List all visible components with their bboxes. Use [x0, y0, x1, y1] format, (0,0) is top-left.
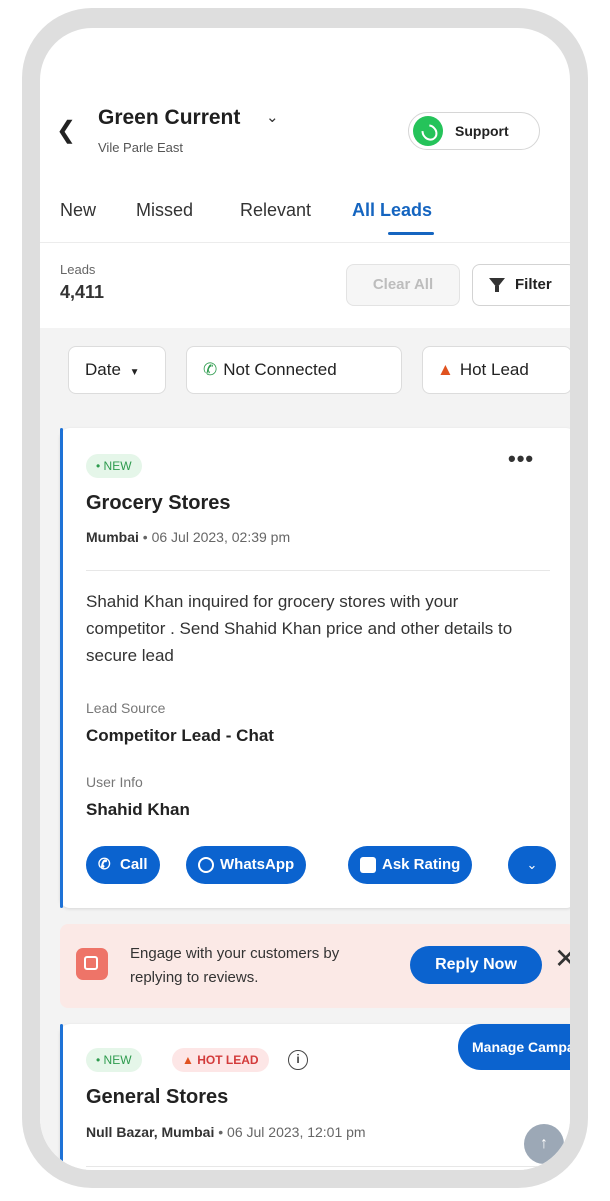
hot-lead-badge: ▲ HOT LEAD [172, 1048, 269, 1072]
tab-all-leads[interactable]: All Leads [352, 200, 432, 221]
leads-count: 4,411 [60, 282, 105, 302]
call-button[interactable]: ✆ Call [86, 846, 160, 884]
tab-new[interactable]: New [60, 200, 96, 221]
arrow-up-icon: ↑ [540, 1135, 548, 1152]
whatsapp-label: WhatsApp [220, 856, 295, 873]
support-label: Support [455, 123, 509, 139]
filter-label: Filter [515, 276, 552, 293]
lead-source-label: Lead Source [86, 700, 166, 716]
lead-location: Null Bazar, Mumbai [86, 1124, 215, 1140]
lead-title: Grocery Stores [86, 492, 231, 514]
user-info-value: Shahid Khan [86, 800, 190, 819]
whatsapp-button[interactable]: WhatsApp [186, 846, 307, 884]
lead-meta: Null Bazar, Mumbai • 06 Jul 2023, 12:01 … [86, 1124, 366, 1140]
lead-source-value: Competitor Lead - Chat [86, 726, 274, 745]
tab-bar: New Missed Relevant All Leads [40, 190, 570, 243]
call-label: Call [120, 856, 148, 873]
tab-relevant[interactable]: Relevant [240, 200, 311, 221]
star-message-icon [360, 857, 376, 873]
lead-description: Shahid Khan inquired for grocery stores … [86, 592, 513, 665]
hot-lead-chip[interactable]: ▲ Hot Lead [422, 346, 570, 394]
card-accent-bar [60, 1024, 63, 1170]
card-accent-bar [60, 428, 63, 908]
new-badge: • NEW [86, 454, 142, 478]
business-title[interactable]: Green Current [98, 106, 240, 130]
ask-rating-label: Ask Rating [382, 856, 461, 873]
user-info-label: User Info [86, 774, 143, 790]
chevron-down-icon: ⌄ [526, 857, 538, 872]
more-icon[interactable]: ••• [508, 446, 534, 472]
lead-location: Mumbai [86, 529, 139, 545]
info-icon[interactable]: i [288, 1050, 308, 1070]
leads-label: Leads [60, 262, 96, 277]
reply-now-button[interactable]: Reply Now [410, 946, 542, 984]
phone-missed-icon: ✆ [203, 360, 218, 379]
new-badge: • NEW [86, 1048, 142, 1072]
not-connected-label: Not Connected [223, 360, 337, 379]
business-subtitle: Vile Parle East [98, 140, 184, 155]
more-actions-button[interactable]: ⌄ [508, 846, 556, 884]
hot-lead-label: Hot Lead [459, 360, 529, 379]
tab-active-indicator [388, 232, 434, 235]
date-chip[interactable]: Date ▼ [68, 346, 166, 394]
whatsapp-icon [198, 857, 214, 873]
hot-lead-badge-label: HOT LEAD [197, 1053, 259, 1067]
whatsapp-icon [413, 116, 443, 146]
clear-all-button[interactable]: Clear All [346, 264, 460, 306]
tab-missed[interactable]: Missed [136, 200, 193, 221]
kebab-menu-icon[interactable] [568, 114, 570, 148]
leads-summary-bar: Leads 4,411 Clear All Filter [40, 242, 570, 328]
lead-datetime: 06 Jul 2023, 12:01 pm [227, 1124, 366, 1140]
filter-button[interactable]: Filter [472, 264, 570, 306]
ask-rating-button[interactable]: Ask Rating [348, 846, 473, 884]
not-connected-chip[interactable]: ✆ Not Connected [186, 346, 402, 394]
fire-icon: ▲ [437, 360, 454, 379]
engage-banner: Engage with your customers by replying t… [60, 924, 570, 1008]
lead-meta: Mumbai • 06 Jul 2023, 02:39 pm [86, 529, 291, 545]
divider [86, 1166, 550, 1167]
divider [86, 570, 550, 571]
lead-datetime: 06 Jul 2023, 02:39 pm [151, 529, 291, 545]
scroll-to-top-button[interactable]: ↑ [524, 1124, 564, 1164]
filter-icon [489, 278, 505, 292]
app-screen: ❮ Green Current ⌄ Vile Parle East Suppor… [40, 28, 570, 1170]
caret-down-icon: ▼ [129, 367, 140, 378]
manage-campaign-button[interactable]: Manage Campaign [458, 1024, 570, 1070]
close-icon[interactable]: ✕ [554, 942, 570, 975]
support-button[interactable]: Support [408, 112, 540, 150]
date-chip-label: Date [85, 360, 121, 379]
fire-icon: ▲ [182, 1053, 194, 1067]
back-icon[interactable]: ❮ [56, 116, 76, 145]
lead-title: General Stores [86, 1086, 229, 1108]
review-icon [76, 948, 108, 980]
lead-card[interactable]: • NEW ••• Grocery Stores Mumbai • 06 Jul… [60, 428, 570, 908]
phone-icon: ✆ [98, 856, 111, 873]
engage-text: Engage with your customers by replying t… [130, 945, 340, 986]
chevron-down-icon[interactable]: ⌄ [266, 108, 279, 126]
